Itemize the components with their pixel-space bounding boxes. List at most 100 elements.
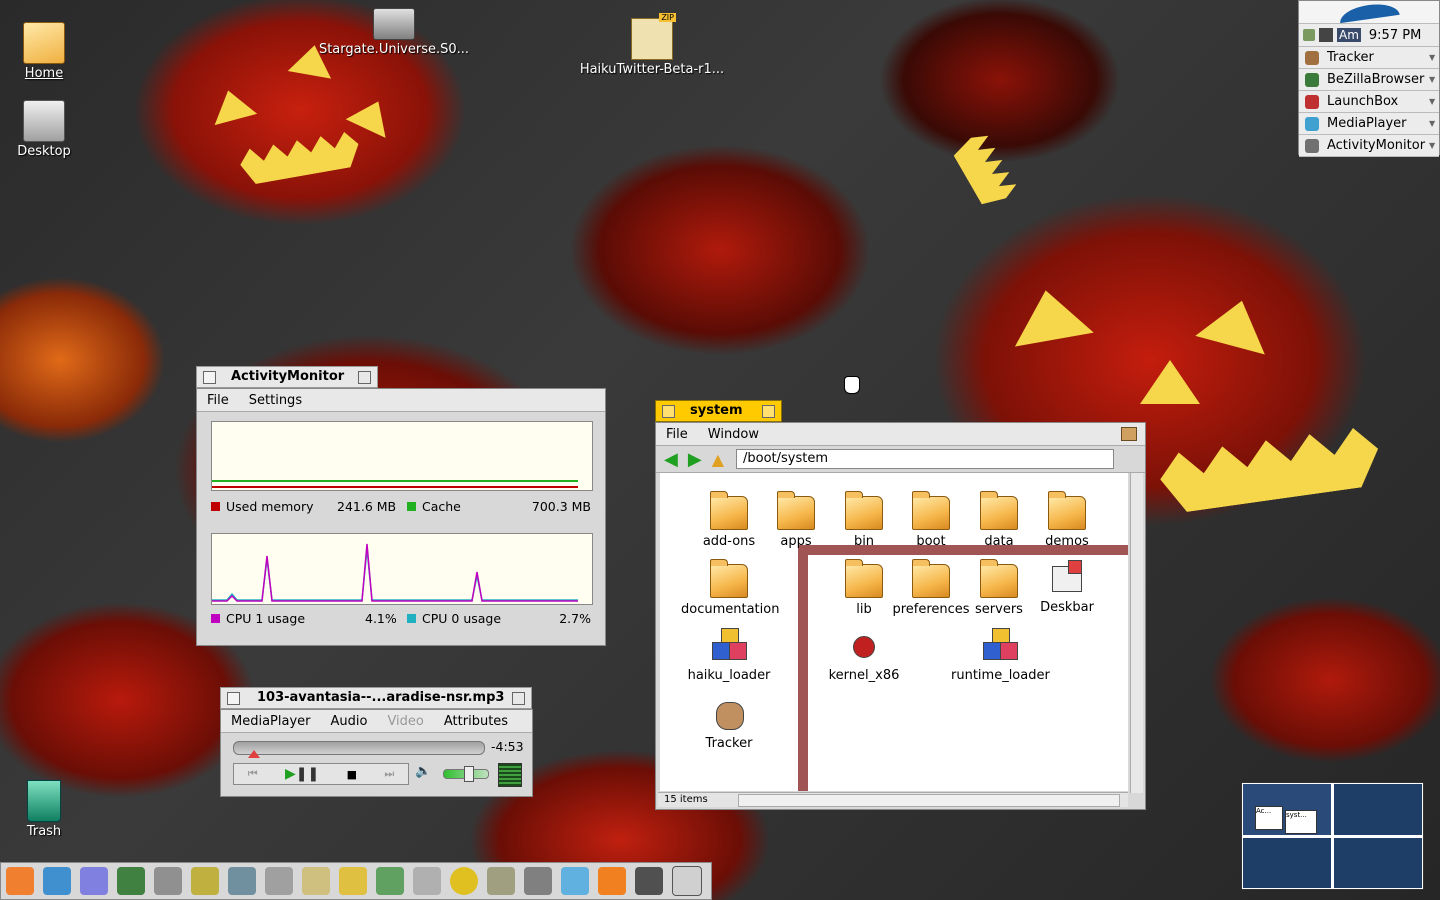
workspace-1[interactable]: Ac... syst... — [1243, 784, 1331, 835]
status-bar: 15 items — [658, 792, 1128, 807]
stargate-file-icon[interactable]: Stargate.Universe.S0... — [314, 8, 474, 57]
menu-settings[interactable]: Settings — [239, 393, 312, 408]
deskbar-logo[interactable] — [1299, 0, 1439, 24]
tree-icon[interactable] — [117, 867, 145, 895]
app-item[interactable]: Deskbar — [1019, 560, 1115, 615]
volume-slider[interactable] — [443, 766, 489, 782]
drive-icon[interactable] — [265, 867, 293, 895]
deskbar-app-icon — [1048, 560, 1086, 598]
camera-icon[interactable] — [413, 867, 441, 895]
menu-window[interactable]: Window — [698, 427, 769, 442]
back-arrow-icon[interactable]: ◀ — [664, 449, 678, 470]
speaker-icon[interactable]: 🔈 — [415, 764, 431, 779]
deskbar-clock[interactable]: 9:57 PM — [1369, 28, 1421, 43]
menu-attributes[interactable]: Attributes — [434, 714, 518, 729]
globe-icon — [1305, 72, 1319, 87]
mini-window-1: Ac... — [1255, 806, 1283, 830]
expand-arrow-icon[interactable]: ▼ — [1429, 119, 1439, 128]
forward-arrow-icon[interactable]: ▶ — [688, 449, 702, 470]
volume-handle[interactable] — [464, 766, 475, 782]
tracker-app-item[interactable]: Tracker — [681, 696, 777, 751]
play-pause-icon[interactable]: ▶❚❚ — [285, 766, 319, 782]
workspace-2[interactable] — [1334, 784, 1422, 835]
tracker-tab[interactable]: system — [655, 400, 782, 422]
tracker-menu-icon[interactable] — [1121, 427, 1137, 441]
home-desktop-icon[interactable]: Home — [0, 22, 94, 81]
disk-icon[interactable] — [635, 867, 663, 895]
tray-meter-icon[interactable] — [1319, 28, 1333, 42]
ruler-icon[interactable] — [191, 867, 219, 895]
item-label: runtime_loader — [951, 668, 1050, 683]
path-field[interactable]: /boot/system — [736, 449, 1114, 469]
cpu1-value: 4.1% — [365, 611, 397, 626]
item-label: Deskbar — [1040, 600, 1094, 615]
expand-arrow-icon[interactable]: ▼ — [1429, 75, 1439, 84]
close-button[interactable] — [227, 692, 240, 705]
desktop-volume-icon[interactable]: Desktop — [0, 100, 94, 159]
deskbar-item-launchbox[interactable]: LaunchBox ▼ — [1299, 91, 1439, 113]
skip-forward-icon[interactable]: ⏭ — [384, 767, 394, 781]
menu-audio[interactable]: Audio — [321, 714, 378, 729]
deskbar-item-activitymonitor[interactable]: ActivityMonitor ▼ — [1299, 135, 1439, 157]
deskbar-tray: Am 9:57 PM — [1299, 24, 1439, 47]
tray-network-icon[interactable] — [1303, 29, 1315, 41]
activity-monitor-tab[interactable]: ActivityMonitor — [196, 366, 378, 388]
terminal-icon[interactable] — [672, 866, 702, 896]
mouse-cursor-icon — [844, 376, 860, 394]
expand-arrow-icon[interactable]: ▼ — [1429, 53, 1439, 62]
tray-keymap[interactable]: Am — [1337, 28, 1361, 42]
gift-icon[interactable] — [80, 867, 108, 895]
menu-mediaplayer[interactable]: MediaPlayer — [221, 714, 321, 729]
up-arrow-icon[interactable]: ▲ — [712, 450, 724, 469]
pencil-icon[interactable] — [339, 867, 367, 895]
close-button[interactable] — [662, 405, 675, 418]
tracker-icon — [1305, 50, 1319, 65]
expand-arrow-icon[interactable]: ▼ — [1429, 97, 1439, 106]
time-remaining: -4:53 — [491, 739, 524, 754]
folder-item[interactable]: documentation — [681, 559, 779, 617]
brush-icon[interactable] — [376, 867, 404, 895]
zoom-button[interactable] — [358, 371, 371, 384]
package-item[interactable]: runtime_loader — [951, 628, 1050, 683]
tools-icon[interactable] — [487, 867, 515, 895]
seek-bar[interactable] — [233, 741, 485, 758]
bird-icon[interactable] — [43, 867, 71, 895]
item-label: lib — [856, 602, 872, 617]
jar-icon[interactable] — [561, 867, 589, 895]
menu-file[interactable]: File — [197, 393, 239, 408]
zoom-button[interactable] — [762, 405, 775, 418]
package-item[interactable]: haiku_loader — [681, 628, 777, 683]
trash-desktop-icon[interactable]: Trash — [0, 780, 94, 839]
launchbox-bar — [0, 862, 712, 900]
magnifier-icon[interactable] — [302, 867, 330, 895]
item-label: apps — [780, 534, 812, 549]
memory-graph — [211, 421, 593, 491]
menu-file[interactable]: File — [656, 427, 698, 442]
media-player-tab[interactable]: 103-avantasia--...aradise-nsr.mp3 — [220, 687, 532, 709]
expand-arrow-icon[interactable]: ▼ — [1429, 141, 1439, 150]
stop-icon[interactable]: ■ — [347, 768, 357, 781]
close-button[interactable] — [203, 371, 216, 384]
workspace-4[interactable] — [1334, 838, 1422, 888]
cone-icon[interactable] — [598, 867, 626, 895]
vertical-scrollbar[interactable] — [1130, 473, 1143, 793]
printer-icon[interactable] — [154, 867, 182, 895]
car-icon[interactable] — [524, 867, 552, 895]
workspaces-applet[interactable]: Ac... syst... — [1241, 782, 1424, 890]
home-folder-icon — [23, 22, 65, 64]
seek-handle[interactable] — [248, 750, 260, 758]
computer-icon[interactable] — [228, 867, 256, 895]
horizontal-scrollbar[interactable] — [738, 794, 1120, 807]
skip-back-icon[interactable]: ⏮ — [248, 767, 258, 781]
zoom-button[interactable] — [512, 692, 525, 705]
deskbar-item-tracker[interactable]: Tracker ▼ — [1299, 47, 1439, 69]
clock-icon[interactable] — [450, 867, 478, 895]
haikutwitter-file-icon[interactable]: ZIP HaikuTwitter-Beta-r1... — [572, 13, 732, 77]
kernel-item[interactable]: kernel_x86 — [816, 628, 912, 683]
deskbar-item-mediaplayer[interactable]: MediaPlayer ▼ — [1299, 113, 1439, 135]
deskbar-item-bezillabrowser[interactable]: BeZillaBrowser ▼ — [1299, 69, 1439, 91]
folder-item[interactable]: demos — [1019, 491, 1115, 549]
workspace-3[interactable] — [1243, 838, 1331, 888]
haiku-icon[interactable] — [6, 867, 34, 895]
folder-icon — [980, 559, 1018, 598]
